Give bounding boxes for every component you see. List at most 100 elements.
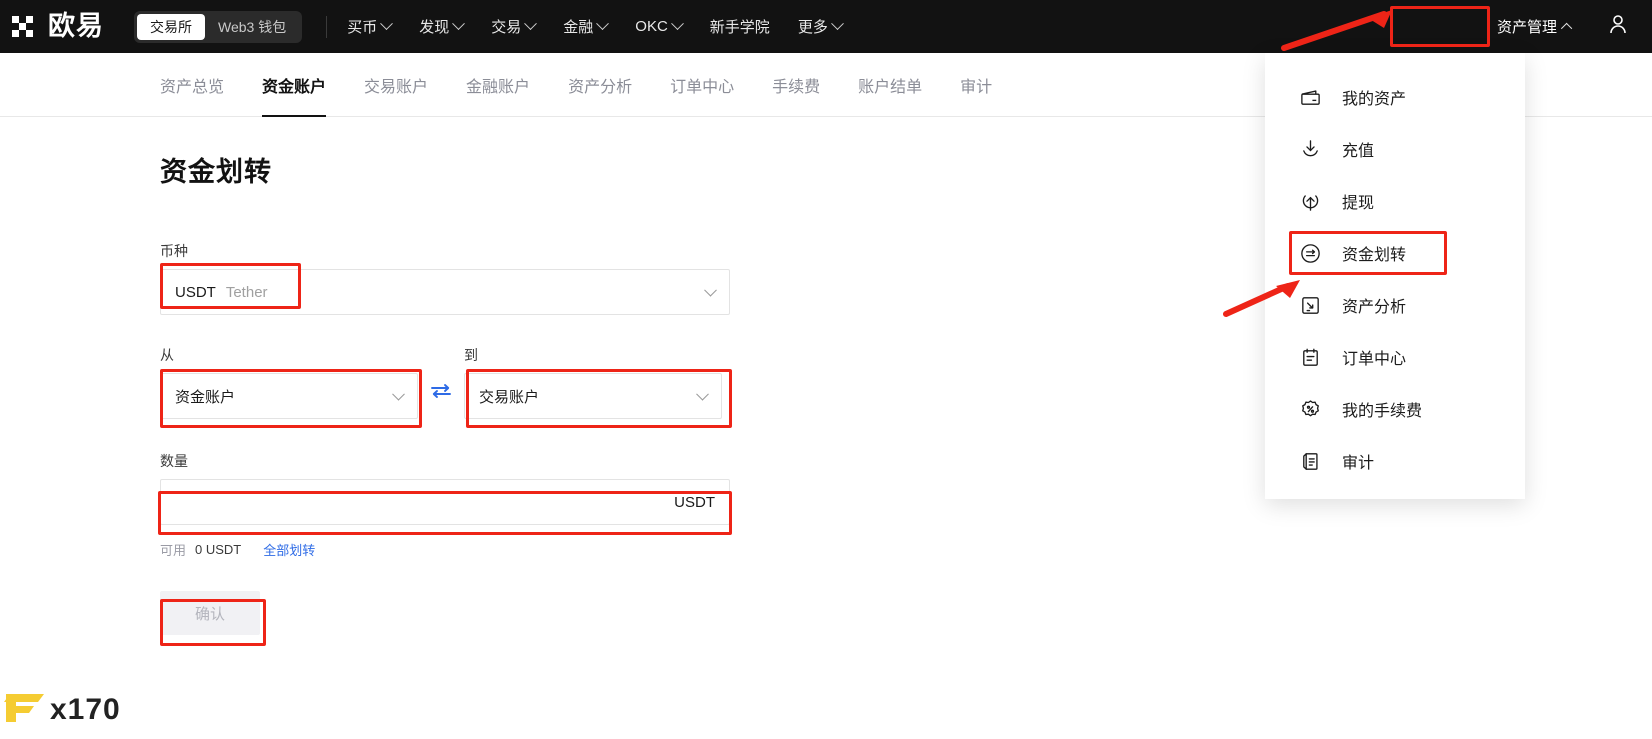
nav-link-label: 交易 <box>491 19 522 36</box>
okx-logo-icon <box>8 10 40 43</box>
chevron-down-icon <box>524 17 538 31</box>
asset-management-button[interactable]: 资产管理 <box>1487 10 1582 43</box>
nav-link-more[interactable]: 更多 <box>797 16 844 37</box>
amount-label: 数量 <box>160 453 188 469</box>
nav-link-label: 新手学院 <box>709 19 770 36</box>
dropdown-item-my-fees[interactable]: 我的手续费 <box>1265 383 1525 435</box>
nav-divider <box>326 15 328 38</box>
dropdown-item-label: 充值 <box>1342 143 1375 160</box>
dropdown-item-label: 审计 <box>1342 455 1375 472</box>
amount-currency-suffix: USDT <box>674 493 715 511</box>
chevron-down-icon <box>380 17 394 31</box>
currency-symbol: USDT <box>175 283 216 301</box>
subnav-item-account-statement[interactable]: 账户结单 <box>858 53 922 117</box>
transfer-circle-icon <box>1298 241 1323 266</box>
currency-label: 币种 <box>160 243 188 259</box>
subnav-item-asset-overview[interactable]: 资产总览 <box>160 53 224 117</box>
from-to-row: 从 资金账户 到 交易账户 <box>160 345 760 419</box>
available-balance-row: 可用 0 USDT 全部划转 <box>160 540 760 559</box>
dropdown-item-label: 订单中心 <box>1342 351 1407 368</box>
segment-web3-wallet[interactable]: Web3 钱包 <box>205 14 299 40</box>
nav-link-discover[interactable]: 发现 <box>419 16 466 37</box>
dropdown-item-label: 我的手续费 <box>1342 403 1423 420</box>
product-switcher: 交易所 Web3 钱包 <box>134 10 303 43</box>
chevron-down-icon <box>704 283 717 297</box>
currency-select[interactable]: USDT Tether <box>160 269 730 315</box>
nav-link-buy-crypto[interactable]: 买币 <box>347 16 394 37</box>
to-account-select[interactable]: 交易账户 <box>464 373 722 419</box>
chevron-up-icon <box>1560 22 1573 34</box>
chevron-down-icon <box>830 17 844 31</box>
chevron-down-icon <box>452 17 466 31</box>
asset-management-dropdown: 我的资产 充值 提现 资金划转 资产分析 订单中心 我的手续费 审计 <box>1265 53 1525 499</box>
dropdown-item-my-assets[interactable]: 我的资产 <box>1265 71 1525 123</box>
chevron-down-icon <box>392 387 405 401</box>
subnav-item-financial-account[interactable]: 金融账户 <box>466 53 530 117</box>
from-field-group: 从 资金账户 <box>160 345 418 419</box>
subnav-item-audit[interactable]: 审计 <box>960 53 992 117</box>
subnav-item-order-center[interactable]: 订单中心 <box>670 53 734 117</box>
asset-management-label: 资产管理 <box>1496 19 1557 36</box>
app-root: 欧易 交易所 Web3 钱包 买币 发现 交易 金融 OKC 新手学院 更多 资… <box>0 0 1652 739</box>
to-account-value: 交易账户 <box>479 388 540 406</box>
withdraw-up-arrow-icon <box>1298 189 1323 214</box>
user-avatar-icon[interactable] <box>1606 12 1630 41</box>
transfer-all-link[interactable]: 全部划转 <box>263 540 315 559</box>
chevron-down-icon <box>696 387 709 401</box>
subnav-item-asset-analysis[interactable]: 资产分析 <box>568 53 632 117</box>
nav-link-label: OKC <box>635 18 668 35</box>
dropdown-item-label: 提现 <box>1342 195 1375 212</box>
available-label: 可用 <box>160 543 187 558</box>
fee-percent-badge-icon <box>1298 397 1323 422</box>
segment-exchange[interactable]: 交易所 <box>137 13 205 40</box>
nav-link-academy[interactable]: 新手学院 <box>710 16 770 37</box>
nav-link-trade[interactable]: 交易 <box>491 16 538 37</box>
transfer-form: 资金划转 币种 USDT Tether 从 资金账户 到 交易账户 数量 USD… <box>160 150 760 635</box>
dropdown-item-transfer[interactable]: 资金划转 <box>1265 227 1525 279</box>
subnav-item-funding-account[interactable]: 资金账户 <box>262 53 327 117</box>
available-value: 0 USDT <box>195 542 242 557</box>
from-account-select[interactable]: 资金账户 <box>160 373 418 419</box>
brand-name: 欧易 <box>48 11 104 41</box>
chevron-down-icon <box>670 17 684 31</box>
chevron-down-icon <box>596 17 610 31</box>
confirm-button[interactable]: 确认 <box>160 591 260 635</box>
amount-input-wrapper[interactable]: USDT <box>160 479 730 525</box>
dropdown-item-label: 我的资产 <box>1342 91 1407 108</box>
currency-full-name: Tether <box>225 283 268 301</box>
dropdown-item-label: 资产分析 <box>1342 299 1407 316</box>
nav-link-label: 金融 <box>563 19 594 36</box>
dropdown-item-withdraw[interactable]: 提现 <box>1265 175 1525 227</box>
nav-link-label: 买币 <box>347 19 378 36</box>
from-label: 从 <box>160 347 174 363</box>
f-logo-icon <box>4 688 46 731</box>
order-clipboard-icon <box>1298 345 1323 370</box>
watermark-text: x170 <box>50 692 121 726</box>
analysis-square-icon <box>1298 293 1323 318</box>
dropdown-item-label: 资金划转 <box>1342 247 1407 264</box>
deposit-down-arrow-icon <box>1298 137 1323 162</box>
to-label: 到 <box>464 347 478 363</box>
nav-link-finance[interactable]: 金融 <box>563 16 610 37</box>
amount-field-group: 数量 USDT <box>160 451 760 525</box>
primary-nav-links: 买币 发现 交易 金融 OKC 新手学院 更多 <box>347 16 844 37</box>
dropdown-item-order-center[interactable]: 订单中心 <box>1265 331 1525 383</box>
dropdown-item-deposit[interactable]: 充值 <box>1265 123 1525 175</box>
swap-arrows-icon[interactable] <box>430 381 452 406</box>
wallet-icon <box>1298 85 1323 110</box>
dropdown-item-audit[interactable]: 审计 <box>1265 435 1525 487</box>
audit-document-icon <box>1298 449 1323 474</box>
currency-field-group: 币种 USDT Tether <box>160 241 760 315</box>
brand-logo[interactable]: 欧易 <box>8 10 104 43</box>
nav-right-cluster: 资产管理 <box>1487 0 1652 53</box>
nav-link-label: 发现 <box>419 19 450 36</box>
top-navigation-bar: 欧易 交易所 Web3 钱包 买币 发现 交易 金融 OKC 新手学院 更多 资… <box>0 0 1652 53</box>
dropdown-item-asset-analysis[interactable]: 资产分析 <box>1265 279 1525 331</box>
watermark: x170 <box>4 688 121 731</box>
subnav-item-trading-account[interactable]: 交易账户 <box>364 53 428 117</box>
nav-link-label: 更多 <box>797 19 828 36</box>
subnav-item-fees[interactable]: 手续费 <box>772 53 820 117</box>
nav-link-okc[interactable]: OKC <box>635 17 684 35</box>
page-title: 资金划转 <box>160 157 272 187</box>
to-field-group: 到 交易账户 <box>464 345 722 419</box>
